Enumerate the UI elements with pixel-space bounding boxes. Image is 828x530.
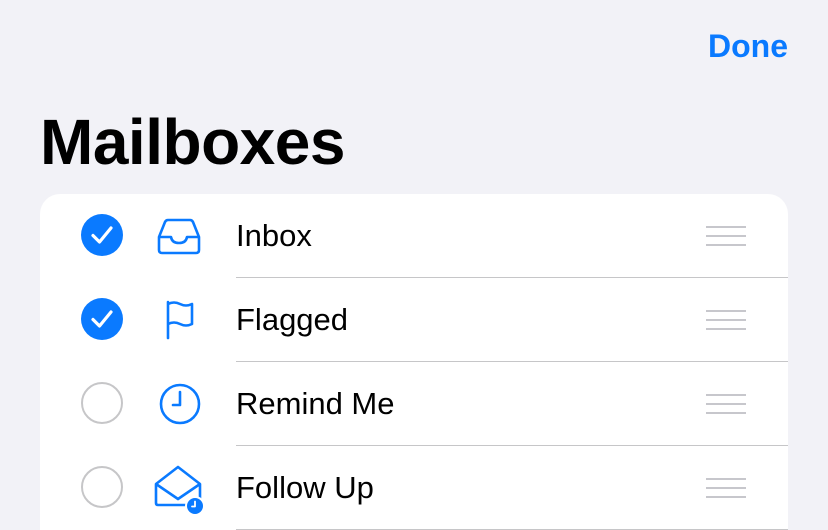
mailbox-row-remind-me[interactable]: Remind Me [40,362,788,446]
reorder-handle-icon[interactable] [706,310,746,330]
mailbox-label: Flagged [236,302,349,337]
mailbox-row-inbox[interactable]: Inbox [40,194,788,278]
checkmark-circle-icon[interactable] [81,214,123,256]
checkmark-circle-icon[interactable] [81,298,123,340]
flag-icon [166,300,194,340]
mailbox-row-flagged[interactable]: Flagged [40,278,788,362]
mailbox-label: Inbox [236,218,312,253]
reorder-handle-icon[interactable] [706,394,746,414]
empty-circle-icon[interactable] [81,382,123,424]
empty-circle-icon[interactable] [81,466,123,508]
reorder-handle-icon[interactable] [706,226,746,246]
mailbox-label: Follow Up [236,470,374,505]
reorder-handle-icon[interactable] [706,478,746,498]
page-title: Mailboxes [40,106,345,178]
clock-icon [159,383,201,425]
done-button[interactable]: Done [708,24,788,68]
mailbox-list: Inbox Flagged Remind Me Follow Up [40,194,788,530]
mailboxes-edit-screen: Done Mailboxes Inbox Flagged Remind Me F… [0,0,828,530]
envelope-clock-icon [154,465,205,514]
mailbox-row-follow-up[interactable]: Follow Up [40,446,788,530]
mailbox-label: Remind Me [236,386,395,421]
inbox-tray-icon [157,218,201,255]
